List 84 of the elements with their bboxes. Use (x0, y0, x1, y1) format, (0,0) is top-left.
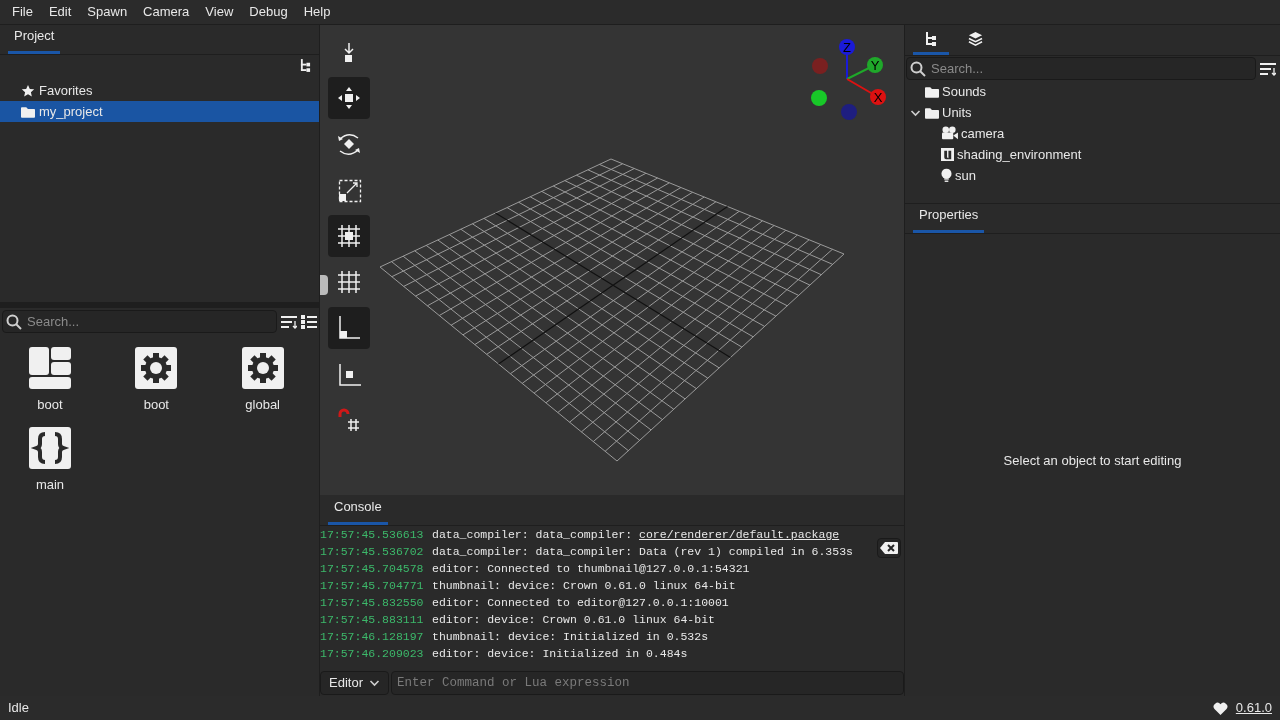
sort-icon[interactable] (281, 314, 297, 329)
tab[interactable]: Properties (913, 204, 985, 233)
clear-button[interactable] (877, 538, 901, 558)
list-view-icon[interactable] (301, 314, 317, 329)
asset-item[interactable]: boot (106, 347, 207, 415)
log-message: data_compiler: data_compiler: Data (rev 1) compiled in 6.353s (432, 544, 853, 560)
unit-icon (941, 148, 954, 161)
code-file-icon (29, 426, 71, 469)
layout-icon (29, 347, 71, 389)
log-time: 17:57:45.883111 (320, 612, 425, 628)
log-link[interactable]: core/renderer/default.package (639, 526, 840, 543)
asset-item[interactable]: main (0, 426, 100, 494)
place-icon (344, 41, 354, 63)
scale-icon (336, 177, 362, 203)
menu-item[interactable]: Camera (135, 2, 198, 22)
axes-icon (336, 315, 362, 341)
log-time: 17:57:45.536613 (320, 527, 425, 543)
log-time: 17:57:45.832550 (320, 595, 425, 611)
tab[interactable]: Project (8, 25, 61, 54)
tree-item[interactable]: Units (905, 102, 1280, 123)
gear-icon (241, 347, 284, 389)
empty-message: Select an object to start editing (1003, 452, 1182, 471)
tree-item[interactable]: camera (905, 123, 1280, 144)
chevron-down-icon[interactable] (910, 108, 921, 117)
search-icon (910, 61, 926, 77)
log-time: 17:57:45.704578 (320, 561, 425, 577)
command-field[interactable]: Enter Command or Lua expression (390, 671, 904, 695)
version-link[interactable]: 0.61.0 (1235, 698, 1272, 718)
log-time: 17:57:45.704771 (320, 578, 425, 594)
search-field[interactable]: Search... (906, 57, 1256, 80)
search-icon (6, 314, 22, 330)
log-message: data_compiler: data_compiler: (432, 527, 634, 543)
status-text: Idle (8, 699, 29, 718)
menu-item[interactable]: Edit (40, 2, 80, 22)
tree-item[interactable]: my_project (0, 101, 319, 122)
axes-tool[interactable] (328, 307, 370, 349)
tree-item[interactable]: shading_environment (905, 144, 1280, 165)
log-message: editor: device: Initialized in 0.484s (432, 646, 688, 662)
log-message: editor: Connected to thumbnail@127.0.0.1:54321 (432, 561, 750, 577)
log-message: editor: device: Crown 0.61.0 linux 64-bit (432, 612, 715, 628)
menu-item[interactable]: View (197, 2, 242, 22)
tree-item[interactable]: sun (905, 165, 1280, 186)
log-time: 17:57:46.209023 (320, 646, 425, 662)
log-time: 17:57:46.128197 (320, 629, 425, 645)
axis-label: Y (870, 58, 880, 73)
folder-icon (925, 85, 939, 98)
sort-icon[interactable] (1260, 61, 1276, 76)
clear-icon (880, 542, 898, 554)
gear-icon (135, 347, 178, 389)
rotate-icon (336, 131, 362, 157)
move-tool[interactable] (328, 77, 370, 119)
menu-item[interactable]: Help (295, 2, 339, 22)
move-icon (336, 85, 362, 111)
magnet-grid-icon (336, 407, 362, 433)
heart-icon (1212, 701, 1228, 715)
log-message: thumbnail: device: Initialized in 0.532s (432, 629, 709, 645)
log-message: thumbnail: device: Crown 0.61.0 linux 64-bit (432, 578, 736, 594)
layers-icon (967, 31, 983, 46)
axis-label: X (873, 90, 883, 105)
axes-icon (336, 361, 362, 387)
light-bulb-icon (941, 168, 952, 183)
folder-icon (925, 106, 939, 119)
asset-item[interactable]: global (212, 347, 313, 415)
menu-item[interactable]: Debug (241, 2, 296, 22)
target-dropdown[interactable]: Editor (320, 671, 389, 695)
axis-label: Z (843, 40, 851, 55)
menu-item[interactable]: Spawn (79, 2, 136, 22)
star-icon (21, 83, 35, 98)
log-time: 17:57:45.536702 (320, 544, 425, 560)
chevron-down-icon (368, 679, 380, 687)
folder-icon (21, 105, 35, 118)
hierarchy-icon (925, 32, 937, 46)
search-field[interactable]: Search... (2, 310, 277, 333)
log-message: editor: Connected to editor@127.0.0.1:10001 (432, 595, 729, 611)
hierarchy-icon[interactable] (300, 59, 311, 72)
menu-item[interactable]: File (4, 2, 41, 22)
camera-icon (941, 126, 958, 141)
asset-item[interactable]: boot (0, 347, 100, 415)
grid-snap-tool[interactable] (328, 215, 370, 257)
grid-icon (336, 269, 362, 295)
scroll-handle[interactable] (320, 275, 328, 295)
tree-item[interactable]: Sounds (905, 81, 1280, 102)
tree-item[interactable]: Favorites (0, 80, 319, 101)
grid-snap-icon (336, 223, 362, 249)
